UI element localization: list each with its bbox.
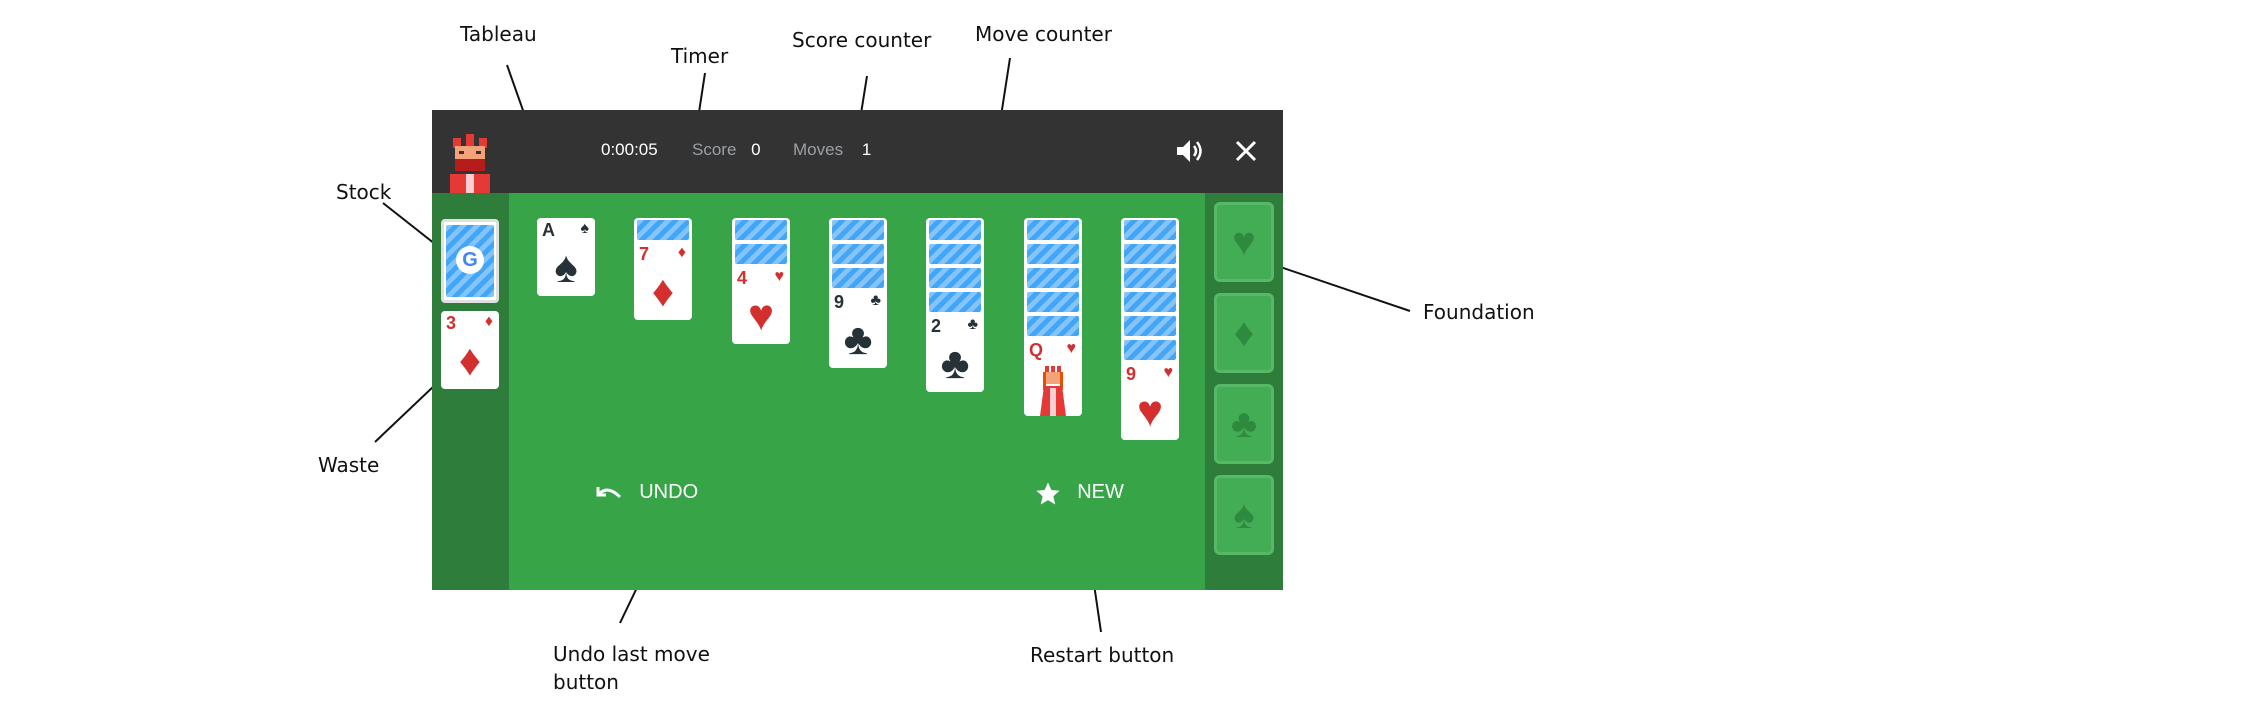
foundation-pile-spades[interactable]: ♠ [1214,475,1274,555]
heart-icon: ♥ [1163,364,1174,381]
tableau-column-1[interactable]: A ♠ ♠ [537,218,595,296]
club-icon: ♣ [967,316,979,333]
stock-pile[interactable]: G [441,219,499,303]
diamond-icon: ♦ [651,267,675,316]
star-icon [1034,477,1069,507]
tableau-column-2[interactable]: 7 ♦ ♦ [634,218,692,320]
king-avatar-icon [442,130,498,193]
foundation-pile-clubs[interactable]: ♣ [1214,384,1274,464]
waste-annotation: Waste [318,453,380,477]
solitaire-game: 0:00:05 Score 0 Moves 1 ♥ ♦ ♣ ♠ G 3 ♦ ♦ … [432,110,1283,590]
stock-annotation: Stock [336,180,392,204]
queen-figure-icon [1038,366,1068,416]
tableau-column-7[interactable]: 9 ♥ ♥ [1121,218,1179,440]
spade-icon: ♠ [554,243,578,292]
move-counter-annotation: Move counter [975,22,1112,46]
club-icon: ♣ [843,315,873,364]
tableau-column-5[interactable]: 2 ♣ ♣ [926,218,984,392]
foundation-pile-diamonds[interactable]: ♦ [1214,293,1274,373]
moves-label: Moves [793,140,844,159]
heart-icon: ♥ [1066,340,1077,357]
foundation-pile-hearts[interactable]: ♥ [1214,202,1274,282]
club-icon: ♣ [1230,402,1258,446]
google-g-icon: G [456,246,484,274]
heart-icon: ♥ [1232,220,1256,264]
timer-display: 0:00:05 [601,140,658,159]
top-bar: 0:00:05 Score 0 Moves 1 [432,110,1283,193]
diamond-icon: ♦ [677,244,686,261]
card-rank: 4 [737,268,748,288]
card-rank: Q [1029,340,1044,360]
card-rank: 9 [1126,364,1137,384]
heart-icon: ♥ [747,291,775,340]
card-rank: 9 [834,292,845,312]
restart-annotation: Restart button [1030,643,1175,667]
waste-card[interactable]: 3 ♦ ♦ [441,311,499,389]
undo-arrow-icon [594,477,631,507]
score-display: Score 0 [692,140,761,160]
foundation-rail: ♥ ♦ ♣ ♠ [1205,193,1283,590]
diamond-icon: ♦ [484,313,493,330]
score-counter-annotation: Score counter [792,28,932,52]
card-rank: 7 [639,244,650,264]
speaker-icon[interactable] [1174,136,1204,166]
card-rank: 3 [446,313,457,333]
heart-icon: ♥ [1136,387,1164,436]
score-value: 0 [751,140,761,159]
spade-icon: ♠ [1233,493,1255,537]
timer-annotation: Timer [671,44,729,68]
club-icon: ♣ [940,339,970,388]
new-game-button[interactable]: NEW [1034,477,1124,508]
spade-icon: ♠ [580,220,590,237]
moves-display: Moves 1 [793,140,871,160]
club-icon: ♣ [870,292,882,309]
score-label: Score [692,140,737,159]
diamond-icon: ♦ [458,336,482,385]
undo-button[interactable]: UNDO [594,477,698,508]
card-rank: 2 [931,316,942,336]
foundation-annotation: Foundation [1423,300,1535,324]
diamond-icon: ♦ [1233,311,1255,355]
tableau-column-6[interactable]: Q ♥ [1024,218,1082,416]
undo-annotation: Undo last move button [553,642,710,694]
tableau-column-4[interactable]: 9 ♣ ♣ [829,218,887,368]
new-label: NEW [1077,481,1124,504]
tableau-annotation: Tableau [460,22,537,46]
moves-value: 1 [861,140,872,159]
card-rank: A [542,220,555,240]
close-icon[interactable] [1232,137,1260,165]
heart-icon: ♥ [774,268,785,285]
tableau-column-3[interactable]: 4 ♥ ♥ [732,218,790,344]
undo-label: UNDO [639,481,699,503]
